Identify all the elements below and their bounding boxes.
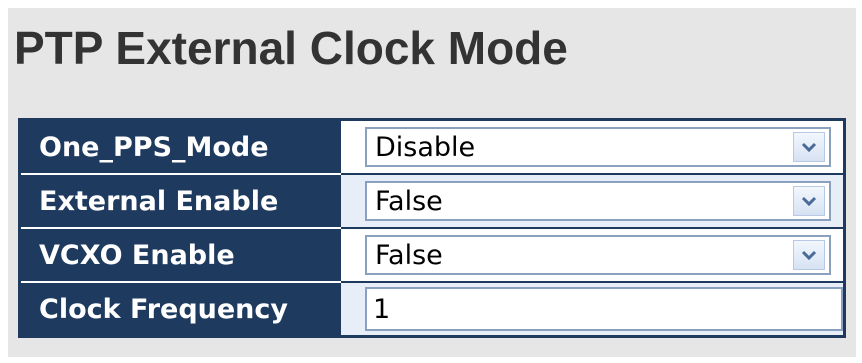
vcxo-enable-cell: False [339, 227, 846, 283]
clock-frequency-input[interactable] [365, 287, 843, 331]
vcxo-enable-value: False [375, 239, 443, 271]
external-enable-label: External Enable [18, 173, 341, 229]
table-row: VCXO Enable False [18, 227, 846, 283]
table-row: External Enable False [18, 173, 846, 229]
external-enable-value: False [375, 185, 443, 217]
vcxo-enable-label: VCXO Enable [18, 227, 341, 283]
chevron-down-icon[interactable] [793, 186, 825, 216]
chevron-down-icon[interactable] [793, 132, 825, 162]
vcxo-enable-select[interactable]: False [365, 235, 831, 275]
external-enable-select[interactable]: False [365, 181, 831, 221]
chevron-down-icon[interactable] [793, 240, 825, 270]
table-row: Clock Frequency [18, 281, 846, 338]
page: PTP External Clock Mode One_PPS_Mode Dis… [0, 0, 862, 363]
clock-frequency-label: Clock Frequency [18, 281, 341, 338]
one-pps-mode-label: One_PPS_Mode [18, 118, 341, 175]
one-pps-mode-cell: Disable [339, 118, 846, 175]
clock-config-table: One_PPS_Mode Disable External Enable Fal… [18, 118, 846, 338]
external-enable-cell: False [339, 173, 846, 229]
one-pps-mode-value: Disable [375, 131, 476, 163]
one-pps-mode-select[interactable]: Disable [365, 127, 831, 167]
table-row: One_PPS_Mode Disable [18, 118, 846, 175]
clock-frequency-cell [339, 281, 846, 338]
page-title: PTP External Clock Mode [14, 22, 568, 74]
